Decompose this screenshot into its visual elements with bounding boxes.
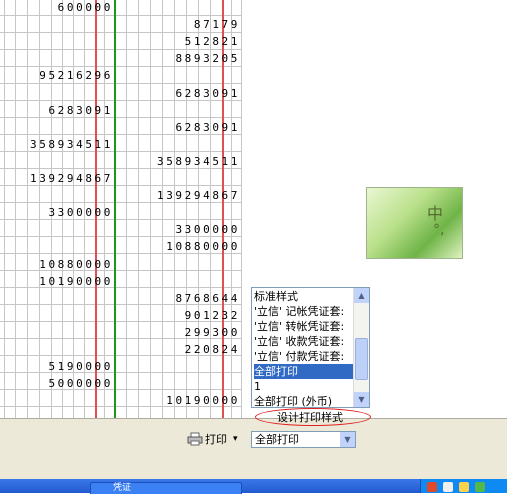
debit-amount: 358934511 [29,137,113,151]
print-style-option[interactable]: '立信' 转帐凭证套: [254,319,354,334]
credit-amount: 87179 [193,18,240,32]
ime-mode-char: 中 [427,204,444,223]
grid-row-line [0,372,242,373]
print-range-select[interactable]: 全部打印 ▼ [251,431,356,448]
dropdown-arrow-icon[interactable]: ▼ [340,432,355,447]
ime-status-widget[interactable]: 中 °, [366,187,463,259]
debit-amount: 95216296 [39,69,113,83]
ime-punct-mode: °, [433,222,445,238]
design-print-style-label: 设计打印样式 [277,411,343,424]
debit-amount: 5190000 [48,360,113,374]
print-style-option[interactable]: 全部打印 (外币) [254,394,354,407]
scroll-thumb[interactable] [355,338,368,380]
credit-amount: 139294867 [156,189,240,203]
system-tray [420,479,507,493]
taskbar: 凭证 [0,479,507,494]
print-range-value: 全部打印 [255,433,299,446]
grid-row-line [0,389,242,390]
print-style-option[interactable]: 1 [254,379,354,394]
debit-amount: 5000000 [48,377,113,391]
grid-row-line [0,270,242,271]
tray-app-icon[interactable] [427,482,437,492]
print-menu-arrow-icon[interactable]: ▾ [233,434,238,444]
grid-column-line [126,0,127,418]
design-print-style-item[interactable]: 设计打印样式 [255,408,373,428]
credit-amount: 3300000 [175,223,240,237]
printer-icon [187,432,203,446]
grid-column-line [114,0,116,418]
taskbar-window-label: 凭证 [113,483,132,493]
grid-column-line [15,0,16,418]
debit-amount: 3300000 [48,206,113,220]
grid-column-line [4,0,5,418]
tray-volume-icon[interactable] [459,482,469,492]
grid-column-line [150,0,151,418]
credit-amount: 220824 [184,343,240,356]
credit-amount: 8768644 [175,291,240,305]
credit-amount: 10880000 [166,240,240,254]
print-button[interactable]: 打印 ▾ [187,431,238,447]
print-style-option[interactable]: '立信' 付款凭证套: [254,349,354,364]
grid-column-line [27,0,28,418]
debit-amount: 6283091 [48,103,113,117]
credit-amount: 8893205 [175,52,240,66]
print-style-option[interactable]: 标准样式 [254,289,354,304]
credit-amount: 6283091 [175,120,240,134]
credit-amount: 901232 [184,308,240,322]
debit-amount: 600000 [57,1,113,14]
tray-network-icon[interactable] [443,482,453,492]
print-style-option[interactable]: 全部打印 [254,364,354,379]
grid-row-line [0,287,242,288]
credit-amount: 358934511 [156,154,240,168]
tray-ime-icon[interactable] [475,482,485,492]
credit-amount: 512821 [184,35,240,49]
grid-column-line [162,0,163,418]
bottom-toolbar [0,418,507,480]
debit-amount: 10190000 [39,274,113,288]
taskbar-window-button[interactable]: 凭证 [90,482,242,494]
grid-column-line [138,0,139,418]
print-style-option[interactable]: '立信' 记帐凭证套: [254,304,354,319]
list-scrollbar[interactable]: ▲ ▼ [353,288,369,407]
print-style-list[interactable]: 标准样式 '立信' 记帐凭证套: '立信' 转帐凭证套: '立信' 收款凭证套: '立信… [251,287,370,408]
print-label: 打印 [205,433,227,446]
credit-amount: 299300 [184,325,240,339]
debit-amount: 10880000 [39,257,113,271]
debit-amount: 139294867 [29,172,113,185]
scroll-down-icon[interactable]: ▼ [354,392,369,407]
grid-row-line [0,219,242,220]
scroll-up-icon[interactable]: ▲ [354,288,369,303]
print-style-option[interactable]: '立信' 收款凭证套: [254,334,354,349]
grid-column-line [39,0,40,418]
voucher-ledger-grid: 600000 87179 512821 8893205 95216296 6283091 6… [0,0,242,418]
credit-amount: 10190000 [166,394,240,408]
credit-amount: 6283091 [175,86,240,100]
